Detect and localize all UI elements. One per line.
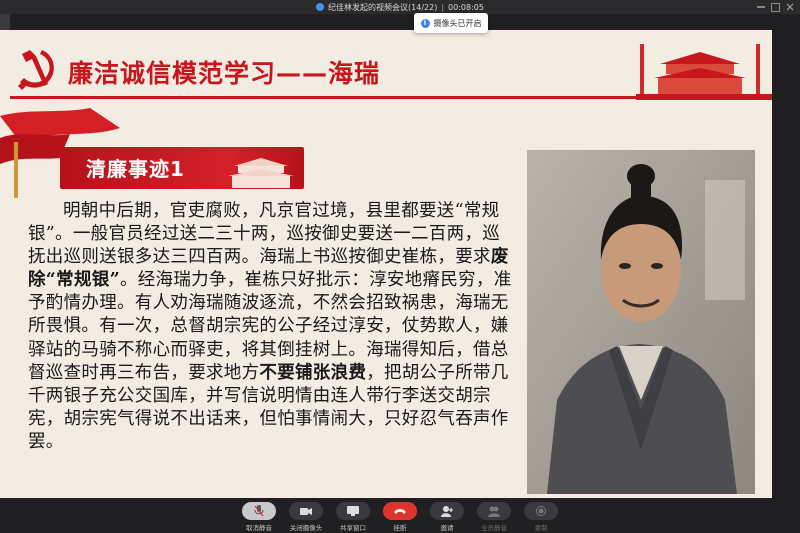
title-separator: |	[441, 2, 445, 12]
toast-text: 摄像头已开启	[433, 18, 482, 28]
invite-icon	[430, 502, 464, 520]
hang-up-button[interactable]: 挂断	[381, 502, 419, 532]
microphone-icon	[242, 502, 276, 520]
camera-icon	[289, 502, 323, 520]
record-button[interactable]: 录制	[522, 502, 560, 532]
slide-header: 廉洁诚信模范学习——海瑞	[0, 30, 772, 108]
mute-all-label: 全员静音	[481, 524, 507, 532]
record-label: 录制	[534, 524, 548, 532]
stop-camera-button[interactable]: 关闭摄像头	[287, 502, 325, 532]
share-window-button[interactable]: 共享窗口	[334, 502, 372, 532]
story-emphasis-2: 不要铺张浪费	[259, 362, 367, 383]
unmute-button[interactable]: 取消静音	[240, 502, 278, 532]
story-text-part-1: 明朝中后期，官吏腐败，凡京官过境，县里都要送“常规银”。一般官员经过送二三十两，…	[28, 201, 501, 268]
unmute-label: 取消静音	[246, 524, 272, 532]
share-screen-icon	[336, 502, 370, 520]
close-icon[interactable]	[786, 3, 794, 11]
hai-rui-portrait-image	[527, 150, 755, 494]
small-pavilion-icon	[228, 158, 294, 188]
window-controls	[757, 0, 794, 14]
invite-label: 邀请	[440, 524, 454, 532]
meeting-title: 纪佳林发起的视频会议(14/22)	[328, 2, 438, 12]
minimize-icon[interactable]	[757, 6, 765, 8]
info-icon: i	[420, 18, 430, 28]
tiananmen-pavilion-icon	[636, 44, 772, 100]
shared-slide: 廉洁诚信模范学习——海瑞 清廉事迹1 明朝中后期，官吏腐败，凡京官过境，县里都要…	[0, 30, 772, 498]
hang-up-icon	[383, 502, 417, 520]
meeting-toolbar: 取消静音 关闭摄像头 共享窗口 挂断 邀请 全员静音 录制	[0, 498, 800, 533]
story-paragraph: 明朝中后期，官吏腐败，凡京官过境，县里都要送“常规银”。一般官员经过送二三十两，…	[28, 200, 512, 454]
mute-all-button[interactable]: 全员静音	[475, 502, 513, 532]
invite-button[interactable]: 邀请	[428, 502, 466, 532]
mute-all-icon	[477, 502, 511, 520]
meeting-duration: 00:08:05	[448, 2, 484, 12]
stop-camera-label: 关闭摄像头	[289, 524, 323, 532]
hang-up-label: 挂断	[393, 524, 407, 532]
hammer-sickle-emblem-icon	[18, 50, 54, 90]
header-divider	[10, 96, 762, 99]
share-window-label: 共享窗口	[340, 524, 366, 532]
maximize-icon[interactable]	[771, 2, 780, 12]
section-label: 清廉事迹1	[86, 157, 185, 181]
window-title-bar: 纪佳林发起的视频会议(14/22) | 00:08:05	[0, 0, 800, 14]
record-icon	[524, 502, 558, 520]
slide-title: 廉洁诚信模范学习——海瑞	[68, 59, 381, 88]
meeting-icon	[316, 3, 325, 11]
camera-on-toast: i 摄像头已开启	[414, 13, 488, 33]
